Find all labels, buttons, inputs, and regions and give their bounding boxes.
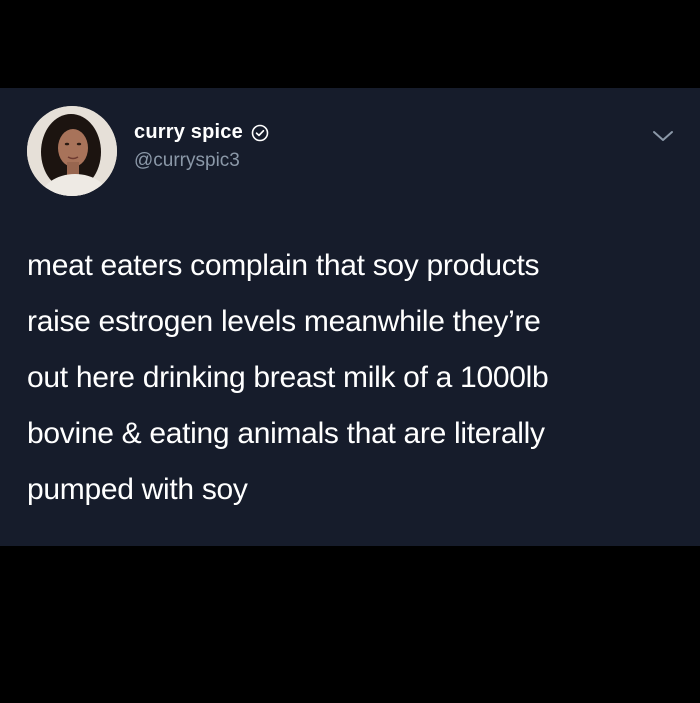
avatar-image (27, 106, 117, 196)
user-handle[interactable]: @curryspic3 (134, 150, 240, 172)
chevron-down-icon[interactable] (650, 126, 676, 146)
tweet-text-line: bovine & eating animals that are literal… (27, 417, 545, 450)
tweet-text-line: out here drinking breast milk of a 1000l… (27, 361, 549, 394)
verified-badge-icon (251, 124, 269, 142)
avatar[interactable] (27, 106, 117, 196)
tweet-text: meat eaters complain that soy products r… (27, 238, 677, 518)
tweet-text-line: pumped with soy (27, 473, 248, 506)
tweet-text-line: raise estrogen levels meanwhile they’re (27, 305, 541, 338)
tweet-text-line: meat eaters complain that soy products (27, 249, 540, 282)
tweet-card: curry spice @curryspic3 meat eaters comp… (0, 88, 700, 546)
display-name[interactable]: curry spice (134, 121, 243, 144)
author-name-row: curry spice (134, 121, 269, 144)
